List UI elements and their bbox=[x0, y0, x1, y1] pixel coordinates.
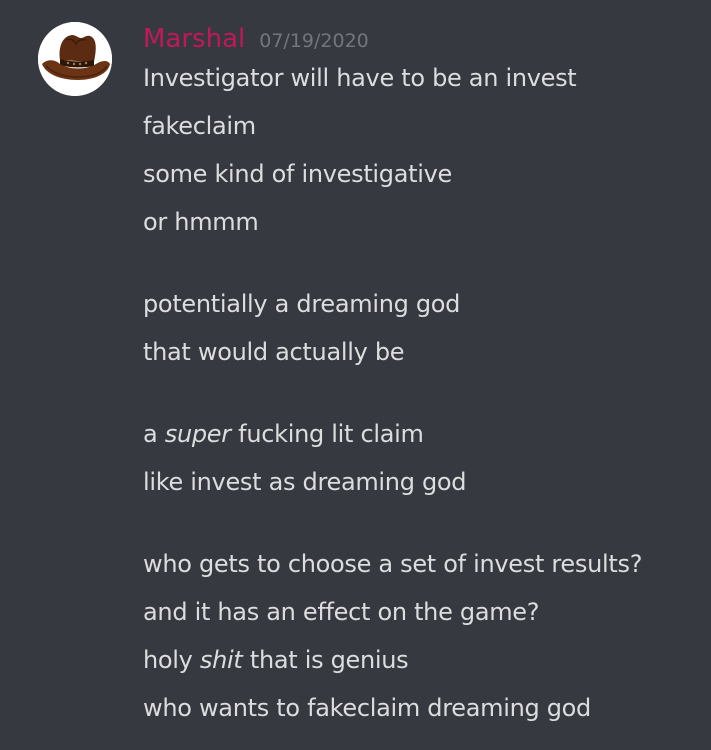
emphasis-text: shit bbox=[199, 646, 243, 674]
username[interactable]: Marshal bbox=[143, 22, 245, 56]
message-line: holy shit that is genius bbox=[143, 646, 409, 674]
message-content: Investigator will have to be an invest f… bbox=[143, 58, 703, 736]
message-line: Investigator will have to be an invest bbox=[143, 64, 577, 92]
cowboy-hat-icon bbox=[38, 22, 112, 96]
avatar[interactable] bbox=[38, 22, 112, 96]
message-line: fakeclaim bbox=[143, 112, 256, 140]
message-line: potentially a dreaming god bbox=[143, 290, 461, 318]
message-line: who wants to fakeclaim dreaming god bbox=[143, 694, 591, 722]
message-line: a super fucking lit claim bbox=[143, 420, 424, 448]
emphasis-text: super bbox=[164, 420, 231, 448]
timestamp: 07/19/2020 bbox=[259, 30, 369, 52]
message-line: that would actually be bbox=[143, 338, 405, 366]
message-line: like invest as dreaming god bbox=[143, 468, 467, 496]
message-line: who gets to choose a set of invest resul… bbox=[143, 550, 643, 578]
message-line: and it has an effect on the game? bbox=[143, 598, 540, 626]
message-header: Marshal 07/19/2020 bbox=[143, 22, 369, 56]
chat-message: Marshal 07/19/2020 Investigator will hav… bbox=[0, 0, 711, 750]
message-line: some kind of investigative bbox=[143, 160, 452, 188]
message-line: or hmmm bbox=[143, 208, 259, 236]
